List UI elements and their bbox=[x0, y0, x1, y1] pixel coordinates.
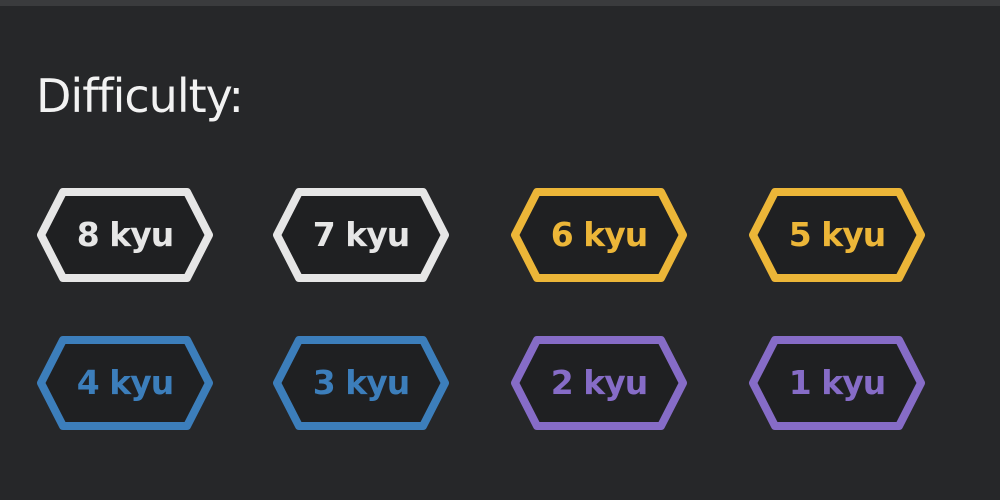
difficulty-badge-2-kyu[interactable]: 2 kyu bbox=[510, 334, 688, 432]
difficulty-badge-7-kyu[interactable]: 7 kyu bbox=[272, 186, 450, 284]
badge-label: 1 kyu bbox=[788, 363, 886, 402]
difficulty-badge-3-kyu[interactable]: 3 kyu bbox=[272, 334, 450, 432]
badge-label: 8 kyu bbox=[76, 215, 174, 254]
badge-label: 3 kyu bbox=[312, 363, 410, 402]
difficulty-badge-1-kyu[interactable]: 1 kyu bbox=[748, 334, 926, 432]
badge-label: 2 kyu bbox=[550, 363, 648, 402]
difficulty-badge-6-kyu[interactable]: 6 kyu bbox=[510, 186, 688, 284]
badge-label: 6 kyu bbox=[550, 215, 648, 254]
difficulty-badge-8-kyu[interactable]: 8 kyu bbox=[36, 186, 214, 284]
difficulty-panel: Difficulty: 8 kyu 7 kyu 6 kyu 5 kyu 4 ky… bbox=[0, 6, 1000, 500]
badge-label: 7 kyu bbox=[312, 215, 410, 254]
difficulty-badge-5-kyu[interactable]: 5 kyu bbox=[748, 186, 926, 284]
difficulty-badge-4-kyu[interactable]: 4 kyu bbox=[36, 334, 214, 432]
badge-label: 4 kyu bbox=[76, 363, 174, 402]
badge-label: 5 kyu bbox=[788, 215, 886, 254]
difficulty-title: Difficulty: bbox=[36, 69, 244, 123]
difficulty-badge-grid: 8 kyu 7 kyu 6 kyu 5 kyu 4 kyu 3 kyu 2 ky… bbox=[36, 186, 936, 446]
